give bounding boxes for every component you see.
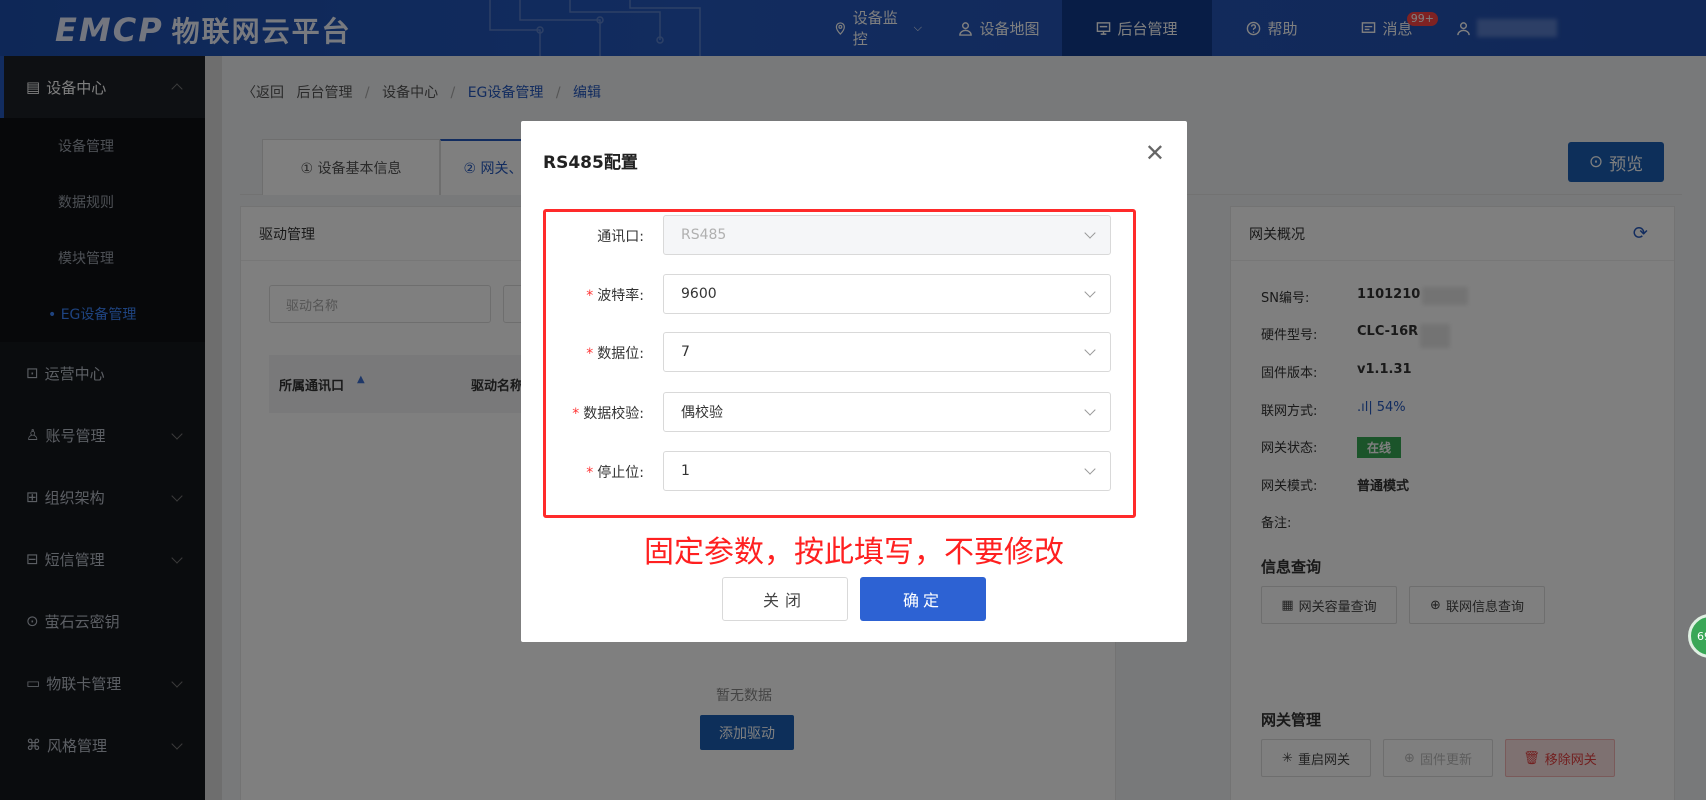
field-data-bits: * 数据位: 7 bbox=[546, 332, 1133, 372]
close-icon[interactable]: ✕ bbox=[1145, 141, 1165, 165]
label-text: 停止位: bbox=[597, 465, 644, 481]
stop-bits-select[interactable]: 1 bbox=[663, 451, 1111, 491]
label-text: 数据校验: bbox=[583, 406, 644, 422]
field-label: * 数据位: bbox=[586, 346, 644, 362]
field-label: * 停止位: bbox=[586, 465, 644, 481]
chevron-down-icon bbox=[1084, 286, 1096, 298]
annotation-box: 通讯口: RS485 * 波特率: 9600 * 数据位: 7 * 数据校验: 偶校验… bbox=[543, 209, 1136, 518]
field-stop-bits: * 停止位: 1 bbox=[546, 451, 1133, 491]
field-label: * 波特率: bbox=[586, 288, 644, 304]
label-text: 通讯口: bbox=[597, 229, 644, 245]
close-button[interactable]: 关闭 bbox=[722, 577, 848, 621]
field-baud-rate: * 波特率: 9600 bbox=[546, 274, 1133, 314]
chevron-down-icon bbox=[1084, 463, 1096, 475]
chevron-down-icon bbox=[1084, 404, 1096, 416]
field-label: * 数据校验: bbox=[572, 406, 644, 422]
chevron-down-icon bbox=[1084, 344, 1096, 356]
field-label: 通讯口: bbox=[546, 226, 644, 246]
chevron-down-icon bbox=[1084, 227, 1096, 239]
select-value: RS485 bbox=[681, 227, 727, 243]
select-value: 1 bbox=[681, 463, 690, 479]
data-bits-select[interactable]: 7 bbox=[663, 332, 1111, 372]
parity-select[interactable]: 偶校验 bbox=[663, 392, 1111, 432]
dialog-title: RS485配置 bbox=[543, 153, 638, 173]
annotation-note: 固定参数，按此填写，不要修改 bbox=[644, 535, 1064, 570]
label-text: 波特率: bbox=[597, 288, 644, 304]
rs485-config-dialog: RS485配置 ✕ 通讯口: RS485 * 波特率: 9600 * 数据位: 7 … bbox=[521, 121, 1187, 642]
select-value: 7 bbox=[681, 344, 690, 360]
port-select: RS485 bbox=[663, 215, 1111, 255]
field-port: 通讯口: RS485 bbox=[546, 215, 1133, 255]
floating-widget-text: 69 bbox=[1697, 630, 1706, 643]
select-value: 偶校验 bbox=[681, 405, 723, 421]
label-text: 数据位: bbox=[597, 346, 644, 362]
baud-rate-select[interactable]: 9600 bbox=[663, 274, 1111, 314]
confirm-button[interactable]: 确定 bbox=[860, 577, 986, 621]
field-parity: * 数据校验: 偶校验 bbox=[546, 392, 1133, 432]
select-value: 9600 bbox=[681, 286, 717, 302]
